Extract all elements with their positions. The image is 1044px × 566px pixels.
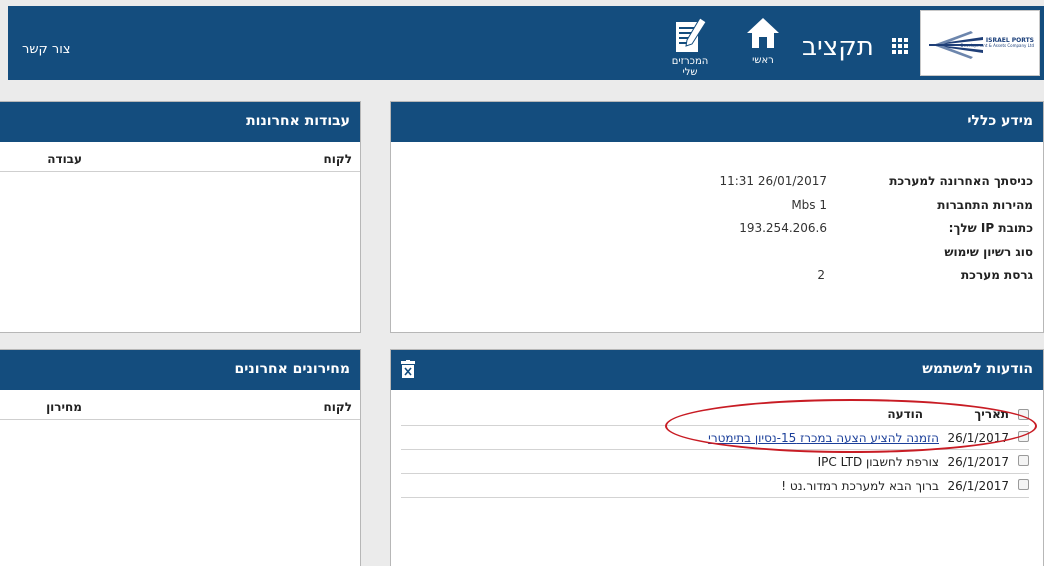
info-value: Mbs 1 [791,197,827,212]
recent-jobs-panel: עבודות אחרונות לקוח עבודה [0,101,361,333]
column-header-date[interactable]: תאריך [974,407,1009,421]
info-value: 2 [817,268,825,282]
general-info-title: מידע כללי [391,102,1043,142]
nav-my-tenders-button[interactable]: המכרזים שלי [662,16,718,78]
column-header-client[interactable]: לקוח [324,152,352,166]
info-label: גרסת מערכת [960,268,1033,282]
message-link[interactable]: הזמנה להציע הצעה במכרז 15-נסיון בתימטרי [708,431,939,445]
info-label: סוג רשיון שימוש [944,244,1033,259]
recent-jobs-title: עבודות אחרונות [0,102,360,142]
nav-home-button[interactable]: ראשי [743,16,783,76]
message-checkbox[interactable] [1018,455,1029,466]
israel-ports-logo[interactable]: ISRAEL PORTS Development & Assets Compan… [920,10,1040,76]
edit-document-icon [676,17,707,52]
recent-pricelists-title: מחירונים אחרונים [0,350,360,390]
top-bar: ISRAEL PORTS Development & Assets Compan… [8,6,1044,80]
user-messages-table: תאריך הודעה 26/1/2017 הזמנה להציע הצעה ב… [401,404,1029,498]
info-row-connection-speed: מהירות התחברות Mbs 1 [391,198,1043,222]
column-header-pricelist[interactable]: מחירון [46,400,82,414]
info-row-system-version: גרסת מערכת 2 [391,268,1043,292]
message-date: 26/1/2017 [947,479,1009,493]
info-label: כניסתך האחרונה למערכת [889,174,1033,188]
recent-pricelists-panel: מחירונים אחרונים לקוח מחירון [0,349,361,566]
home-icon [747,18,779,48]
trash-icon[interactable] [401,360,415,378]
column-header-message[interactable]: הודעה [887,407,923,421]
user-messages-header: הודעות למשתמש [391,350,1043,390]
message-checkbox[interactable] [1018,431,1029,442]
info-value: 11:31 26/01/2017 [719,174,827,188]
message-row[interactable]: 26/1/2017 הזמנה להציע הצעה במכרז 15-נסיו… [401,426,1029,450]
logo-text: ISRAEL PORTS Development & Assets Compan… [960,37,1034,49]
recent-pricelists-header-row: לקוח מחירון [0,398,360,420]
messages-header-row: תאריך הודעה [401,404,1029,426]
nav-my-tenders-line1: המכרזים [671,56,709,67]
nav-my-tenders-line2: שלי [682,66,698,78]
message-date: 26/1/2017 [947,455,1009,469]
recent-jobs-header-row: לקוח עבודה [0,150,360,172]
nav-home-label: ראשי [752,55,774,66]
info-row-ip-address: כתובת IP שלך: 193.254.206.6 [391,221,1043,245]
contact-us-link[interactable]: צור קשר [22,42,71,57]
general-info-panel: מידע כללי כניסתך האחרונה למערכת 11:31 26… [390,101,1044,333]
apps-grid-icon[interactable] [892,38,908,54]
user-messages-title: הודעות למשתמש [922,361,1033,377]
message-text[interactable]: ברוך הבא למערכת רמדור.נט ! [781,479,939,493]
column-header-client[interactable]: לקוח [324,400,352,414]
info-row-last-login: כניסתך האחרונה למערכת 11:31 26/01/2017 [391,174,1043,198]
message-row[interactable]: 26/1/2017 ברוך הבא למערכת רמדור.נט ! [401,474,1029,498]
user-messages-panel: הודעות למשתמש תאריך הודעה 26/1/2017 הזמנ… [390,349,1044,566]
info-label: מהירות התחברות [937,197,1033,212]
nav-my-tenders-label: המכרזים שלי [662,56,718,78]
message-checkbox[interactable] [1018,479,1029,490]
message-row[interactable]: 26/1/2017 צורפת לחשבון IPC LTD [401,450,1029,474]
message-date: 26/1/2017 [947,431,1009,445]
message-text[interactable]: צורפת לחשבון IPC LTD [818,455,939,469]
column-header-job[interactable]: עבודה [47,152,82,166]
info-row-license-type: סוג רשיון שימוש [391,245,1043,269]
select-all-checkbox[interactable] [1018,409,1029,420]
app-title: תקציב [802,32,874,62]
logo-subtitle: Development & Assets Company Ltd [960,43,1034,49]
info-value: 193.254.206.6 [739,221,827,235]
info-label: כתובת IP שלך: [948,221,1033,235]
general-info-table: כניסתך האחרונה למערכת 11:31 26/01/2017 מ… [391,174,1043,292]
